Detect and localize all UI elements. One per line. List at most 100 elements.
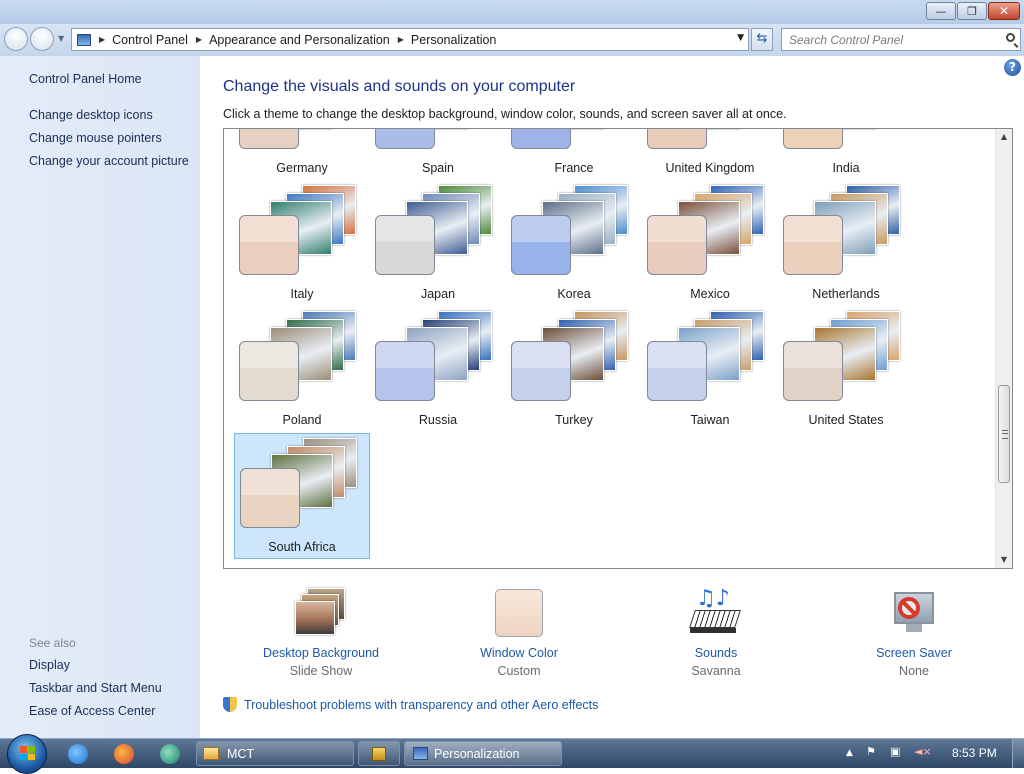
show-desktop-button[interactable]	[1012, 739, 1024, 768]
theme-color-tile	[647, 215, 707, 275]
theme-united-kingdom[interactable]: United Kingdom	[642, 129, 778, 181]
theme-color-tile	[375, 215, 435, 275]
breadcrumb-arrow-icon[interactable]: ▶	[99, 35, 105, 44]
action-center-flag-icon[interactable]: ⚑	[866, 745, 876, 758]
theme-germany[interactable]: Germany	[234, 129, 370, 181]
theme-label: Spain	[422, 161, 454, 175]
theme-mexico[interactable]: Mexico	[642, 181, 778, 307]
scroll-up-arrow-icon[interactable]: ▲	[996, 129, 1012, 145]
recent-pages-dropdown[interactable]: ▼	[58, 34, 64, 43]
breadcrumb-arrow-icon[interactable]: ▶	[196, 35, 202, 44]
taskbar-button-personalization[interactable]: Personalization	[404, 741, 562, 766]
search-box[interactable]	[781, 28, 1021, 51]
vertical-scrollbar[interactable]: ▲ ▼	[995, 129, 1012, 568]
theme-spain[interactable]: Spain	[370, 129, 506, 181]
personalization-icon	[413, 747, 428, 760]
address-dropdown-icon[interactable]: ▼	[737, 33, 744, 43]
network-icon[interactable]: ▣	[890, 745, 900, 758]
volume-muted-icon[interactable]: ◄×	[914, 745, 932, 758]
theme-taiwan[interactable]: Taiwan	[642, 307, 778, 433]
ease-of-access-center-link[interactable]: Ease of Access Center	[29, 704, 155, 718]
troubleshoot-aero-link[interactable]: Troubleshoot problems with transparency …	[223, 697, 598, 712]
theme-color-tile	[511, 129, 571, 149]
theme-label: Mexico	[690, 287, 730, 301]
scroll-down-arrow-icon[interactable]: ▼	[996, 552, 1012, 568]
taskbar-start-menu-link[interactable]: Taskbar and Start Menu	[29, 681, 162, 695]
setting-value: Savanna	[691, 664, 741, 678]
taskbar-button-media[interactable]	[358, 741, 400, 766]
grip-icon	[1002, 430, 1008, 439]
theme-turkey[interactable]: Turkey	[506, 307, 642, 433]
setting-name: Sounds	[694, 646, 738, 660]
breadcrumb-arrow-icon[interactable]: ▶	[398, 35, 404, 44]
theme-color-tile	[647, 129, 707, 149]
theme-color-tile	[240, 468, 300, 528]
theme-label: Russia	[418, 413, 458, 427]
close-button[interactable]: ✕	[988, 2, 1020, 20]
refresh-button[interactable]: ⇆	[751, 28, 773, 51]
address-bar[interactable]: ▶ Control Panel ▶ Appearance and Persona…	[71, 28, 749, 51]
theme-color-tile	[511, 341, 571, 401]
control-panel-home-link[interactable]: Control Panel Home	[29, 72, 142, 86]
left-task-pane: Control Panel Home Change desktop icons …	[0, 56, 200, 738]
setting-value: Slide Show	[289, 664, 353, 678]
maximize-button[interactable]: ❐	[957, 2, 987, 20]
troubleshoot-link-text[interactable]: Troubleshoot problems with transparency …	[244, 698, 598, 712]
theme-list[interactable]: Germany Spain France United Kingdom India Ita…	[223, 128, 1013, 569]
help-icon[interactable]: ?	[1004, 59, 1021, 76]
desktop-background-setting[interactable]: Desktop Background Slide Show	[241, 588, 401, 678]
sounds-setting[interactable]: ♫♪ Sounds Savanna	[636, 588, 796, 678]
taskbar-button-mct[interactable]: MCT	[196, 741, 354, 766]
breadcrumb-appearance[interactable]: Appearance and Personalization	[209, 33, 390, 47]
theme-label: Taiwan	[690, 413, 730, 427]
change-account-picture-link[interactable]: Change your account picture	[29, 154, 189, 168]
breadcrumb-control-panel[interactable]: Control Panel	[112, 33, 188, 47]
theme-netherlands[interactable]: Netherlands	[778, 181, 914, 307]
theme-color-tile	[783, 341, 843, 401]
theme-korea[interactable]: Korea	[506, 181, 642, 307]
page-description: Click a theme to change the desktop back…	[223, 107, 787, 121]
internet-explorer-icon[interactable]	[68, 744, 88, 764]
system-clock[interactable]: 8:53 PM	[952, 746, 997, 760]
theme-poland[interactable]: Poland	[234, 307, 370, 433]
theme-italy[interactable]: Italy	[234, 181, 370, 307]
setting-name: Desktop Background	[262, 646, 380, 660]
screen-saver-setting[interactable]: Screen Saver None	[834, 588, 994, 678]
theme-united-states[interactable]: United States	[778, 307, 914, 433]
scrollbar-thumb[interactable]	[998, 385, 1010, 483]
breadcrumb-personalization[interactable]: Personalization	[411, 33, 496, 47]
show-hidden-icons-arrow[interactable]: ▲	[846, 748, 853, 758]
search-icon[interactable]	[1006, 33, 1015, 42]
search-input[interactable]	[789, 30, 994, 49]
theme-south-africa[interactable]: South Africa	[234, 433, 370, 559]
theme-russia[interactable]: Russia	[370, 307, 506, 433]
windows-logo-icon	[20, 746, 35, 760]
theme-india[interactable]: India	[778, 129, 914, 181]
change-desktop-icons-link[interactable]: Change desktop icons	[29, 108, 153, 122]
setting-name: Screen Saver	[876, 646, 952, 660]
media-icon	[372, 746, 386, 761]
theme-color-tile	[239, 341, 299, 401]
theme-label: United States	[808, 413, 884, 427]
desktop-background-icon	[295, 588, 347, 638]
theme-japan[interactable]: Japan	[370, 181, 506, 307]
theme-france[interactable]: France	[506, 129, 642, 181]
theme-label: South Africa	[268, 540, 336, 554]
display-link[interactable]: Display	[29, 658, 70, 672]
title-bar: — ❐ ✕	[0, 0, 1024, 24]
theme-color-tile	[783, 129, 843, 149]
setting-name: Window Color	[480, 646, 558, 660]
start-button[interactable]	[7, 734, 47, 774]
firefox-icon[interactable]	[114, 744, 134, 764]
minimize-button[interactable]: —	[926, 2, 956, 20]
media-player-icon[interactable]	[160, 744, 180, 764]
folder-icon	[203, 747, 219, 760]
page-title: Change the visuals and sounds on your co…	[223, 78, 576, 95]
window-color-setting[interactable]: Window Color Custom	[439, 588, 599, 678]
theme-label: Korea	[557, 287, 591, 301]
forward-button[interactable]	[30, 27, 54, 51]
theme-color-tile	[647, 341, 707, 401]
change-mouse-pointers-link[interactable]: Change mouse pointers	[29, 131, 162, 145]
back-button[interactable]	[4, 27, 28, 51]
control-panel-icon	[77, 33, 91, 46]
